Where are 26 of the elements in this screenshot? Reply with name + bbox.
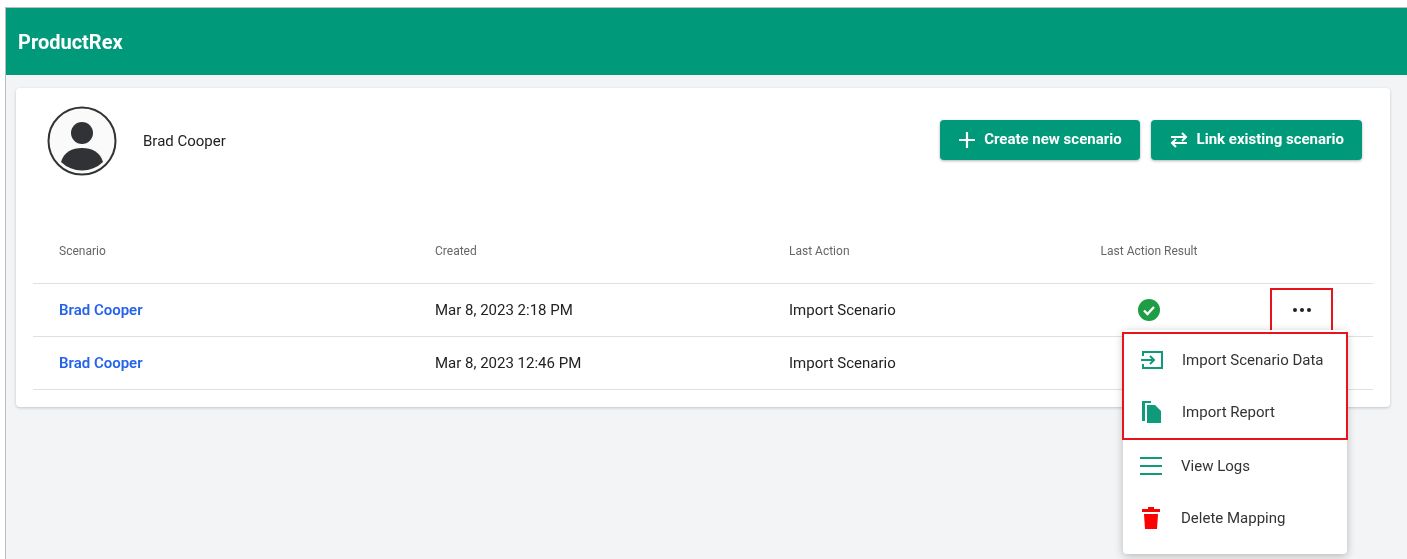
menu-item[interactable]: Delete Mapping (1123, 492, 1347, 544)
column-header: Created (435, 244, 477, 258)
table-cell: Mar 8, 2023 12:46 PM (435, 353, 582, 372)
app-title: ProductRex (18, 28, 123, 56)
import-icon (1140, 350, 1164, 370)
table-cell: Mar 8, 2023 2:18 PM (435, 300, 573, 319)
list-icon (1139, 456, 1163, 476)
scenario-link[interactable]: Brad Cooper (59, 353, 143, 372)
action-button[interactable]: Create new scenario (940, 119, 1140, 160)
menu-item[interactable]: Import Report (1124, 386, 1346, 438)
trash-icon (1142, 507, 1160, 529)
swap-arrows-icon (1168, 131, 1189, 148)
check-circle-icon (1138, 299, 1160, 321)
menu-item[interactable]: View Logs (1123, 440, 1347, 492)
table-cell: Import Scenario (789, 353, 896, 372)
column-header: Last Action (789, 244, 850, 258)
plus-icon (958, 130, 977, 149)
column-header: Scenario (59, 244, 106, 258)
column-header: Last Action Result (1100, 243, 1198, 260)
documents-icon (1141, 400, 1163, 424)
avatar-icon (47, 106, 117, 176)
user-name: Brad Cooper (143, 130, 226, 152)
table-cell: Import Scenario (789, 300, 896, 319)
menu-item[interactable]: Import Scenario Data (1124, 334, 1346, 386)
scenario-link[interactable]: Brad Cooper (59, 300, 143, 319)
action-button[interactable]: Link existing scenario (1150, 119, 1362, 160)
